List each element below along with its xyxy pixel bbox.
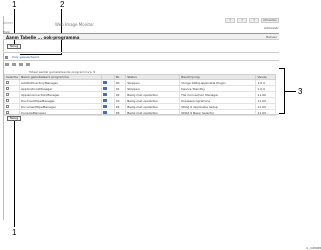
select-icon[interactable] (5, 56, 8, 59)
checkbox-icon[interactable] (6, 98, 9, 102)
program-icon (102, 86, 107, 90)
callout-3-connector (284, 91, 296, 92)
page-title: Aanm Tabelle ... ook-programma (6, 35, 80, 40)
first-page-icon[interactable] (5, 63, 9, 66)
admin-link-right[interactable]: Beheer (266, 35, 277, 39)
divider-top (3, 52, 279, 53)
logout-button[interactable]: Afmelden (261, 18, 279, 23)
callout-3: 3 (298, 87, 303, 96)
logo: RICOH (3, 21, 13, 25)
header-bar: RICOH Web Image Monitor ? ? ? Afmelden A… (3, 18, 279, 32)
last-page-icon[interactable] (26, 63, 30, 66)
checkbox-icon[interactable] (6, 86, 9, 90)
checkbox-icon[interactable] (6, 104, 9, 108)
help-icon[interactable]: ? (225, 18, 235, 23)
callout-1-bottom: 1 (12, 228, 17, 237)
app-title: Web Image Monitor (55, 22, 94, 27)
toolbar-link[interactable]: Voor geselecteerd (12, 55, 39, 59)
callout-1-top: 1 (12, 0, 17, 9)
col-selection: Selectie (4, 74, 20, 80)
divider-bottom (3, 114, 279, 115)
prev-page-icon[interactable] (12, 63, 16, 66)
pager-icons (5, 63, 30, 66)
home-icon[interactable]: ? (237, 18, 247, 23)
admin-link[interactable]: Admin­istr. (264, 26, 279, 30)
next-page-icon[interactable] (19, 63, 23, 66)
browser-frame (3, 16, 281, 220)
program-table: Selectie Naam geïnstalleerd programma Nr… (4, 74, 276, 116)
page-title-bar: Aanm Tabelle ... ook-programma Beheer (3, 33, 279, 40)
back-button-bottom[interactable]: Terug (7, 116, 21, 121)
program-icon (102, 104, 107, 108)
checkbox-icon[interactable] (6, 80, 9, 84)
back-button-top[interactable]: Terug (7, 44, 21, 49)
refresh-icon[interactable]: ? (249, 18, 259, 23)
figure-code: 4._CJX015 (306, 246, 321, 250)
callout-2: 2 (60, 0, 65, 9)
program-icon (102, 80, 107, 84)
program-icon (102, 98, 107, 102)
checkbox-icon[interactable] (6, 92, 9, 96)
program-icon (102, 92, 107, 96)
divider-mid (3, 60, 279, 61)
top-icons: ? ? ? Afmelden (225, 18, 279, 23)
toolbar-icons (5, 56, 8, 59)
